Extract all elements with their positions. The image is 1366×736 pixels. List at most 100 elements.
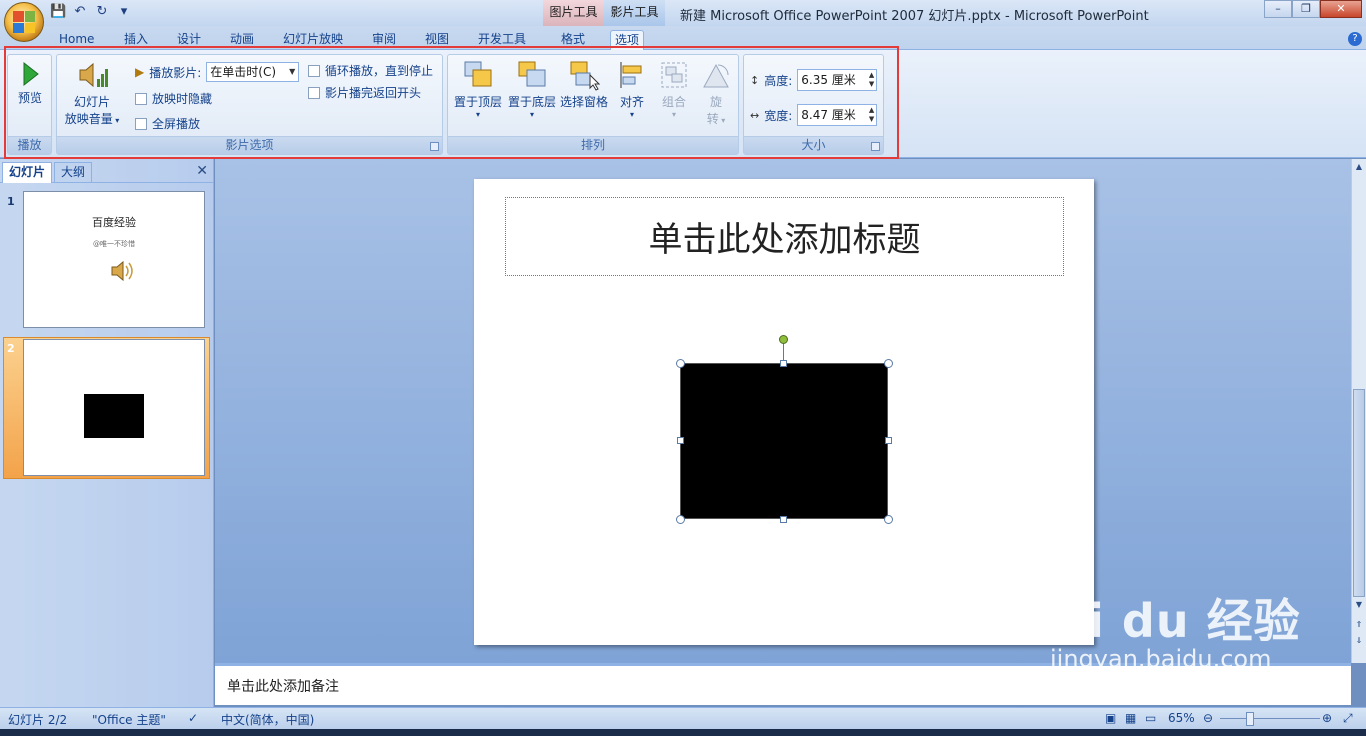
close-button[interactable]: ✕ (1320, 0, 1362, 18)
slide-thumbnail-2[interactable] (23, 339, 205, 476)
scroll-down-icon[interactable]: ▼ (1353, 599, 1365, 611)
dialog-launcher-icon[interactable] (871, 142, 880, 151)
group-objects-label: 组合 (661, 95, 686, 109)
checkbox-box (308, 86, 320, 99)
align-label: 对齐 (619, 95, 644, 109)
height-input[interactable]: 6.35 厘米 ▲ ▼ (797, 69, 878, 91)
title-bar: 💾 ↶ ↻ ▾ 图片工具 影片工具 新建 Microsoft Office Po… (0, 0, 1366, 26)
slideshow-volume-button[interactable]: 幻灯片 放映音量 ▾ (59, 59, 125, 127)
rotation-handle[interactable] (779, 335, 788, 344)
slide-sorter-view-icon[interactable]: ▦ (1125, 711, 1136, 725)
dropdown-arrow-icon: ▾ (718, 116, 726, 125)
send-to-back-label: 置于底层 (507, 95, 556, 109)
resize-handle[interactable] (676, 515, 685, 524)
resize-handle[interactable] (884, 515, 893, 524)
fullscreen-checkbox[interactable]: 全屏播放 (135, 115, 200, 132)
office-button[interactable] (4, 2, 44, 42)
rewind-checkbox[interactable]: 影片播完返回开头 (308, 84, 421, 101)
bring-to-front-button[interactable]: 置于顶层 ▾ (452, 59, 504, 119)
align-button[interactable]: 对齐 ▾ (612, 59, 652, 119)
spell-check-icon[interactable]: ✓ (188, 711, 198, 725)
tab-animations[interactable]: 动画 (226, 30, 258, 50)
zoom-slider-track[interactable] (1220, 718, 1320, 719)
tab-design[interactable]: 设计 (173, 30, 205, 50)
scroll-up-icon[interactable]: ▲ (1353, 161, 1365, 173)
redo-icon[interactable]: ↻ (94, 4, 110, 20)
align-icon (616, 59, 648, 91)
next-slide-icon[interactable]: ⇓ (1353, 635, 1365, 647)
volume-label-line2: 放映音量 (64, 112, 113, 126)
zoom-in-icon[interactable]: ⊕ (1322, 711, 1332, 725)
preview-button[interactable]: 预览 (10, 61, 50, 106)
group-arrange: 置于顶层 ▾ 置于底层 ▾ 选择窗格 对齐 ▾ 组合 ▾ 旋 转 ▾ 排列 (447, 54, 739, 155)
spinner-icon[interactable]: ▲ ▼ (869, 106, 874, 124)
undo-icon[interactable]: ↶ (72, 4, 88, 20)
tab-review[interactable]: 审阅 (368, 30, 400, 50)
title-placeholder[interactable]: 单击此处添加标题 (505, 197, 1064, 276)
tab-view[interactable]: 视图 (421, 30, 453, 50)
tab-outline[interactable]: 大纲 (54, 162, 93, 183)
tab-developer[interactable]: 开发工具 (474, 30, 530, 50)
customize-qat-icon[interactable]: ▾ (116, 4, 132, 20)
resize-handle[interactable] (676, 359, 685, 368)
height-label: 高度: (764, 73, 793, 88)
resize-handle[interactable] (884, 359, 893, 368)
tab-home[interactable]: Home (55, 30, 98, 50)
width-value: 8.47 厘米 (801, 108, 856, 122)
loop-checkbox[interactable]: 循环播放，直到停止 (308, 62, 433, 79)
slide-number: 2 (7, 342, 15, 355)
previous-slide-icon[interactable]: ⇑ (1353, 619, 1365, 631)
resize-handle[interactable] (780, 516, 787, 523)
resize-handle[interactable] (885, 437, 892, 444)
tab-format[interactable]: 格式 (557, 30, 589, 50)
tab-slides[interactable]: 幻灯片 (2, 162, 53, 183)
width-label: 宽度: (764, 108, 793, 123)
zoom-slider-thumb[interactable] (1246, 712, 1254, 726)
theme-name[interactable]: "Office 主题" (92, 711, 166, 728)
spinner-icon[interactable]: ▲ ▼ (869, 71, 874, 89)
width-input[interactable]: 8.47 厘米 ▲ ▼ (797, 104, 878, 126)
rotate-icon (700, 59, 732, 91)
play-movie-icon: ▶ (135, 65, 145, 79)
slide-canvas[interactable]: 单击此处添加标题 (474, 179, 1094, 645)
fullscreen-label: 全屏播放 (152, 117, 201, 131)
vertical-scrollbar[interactable]: ▲ ▼ ⇑ ⇓ (1351, 159, 1366, 663)
group-size-label: 大小 (744, 136, 883, 154)
dialog-launcher-icon[interactable] (430, 142, 439, 151)
loop-label: 循环播放，直到停止 (325, 64, 434, 78)
tab-insert[interactable]: 插入 (120, 30, 152, 50)
slideshow-view-icon[interactable]: ▭ (1145, 711, 1156, 725)
taskbar (0, 729, 1366, 736)
speaker-volume-icon (76, 59, 108, 91)
minimize-button[interactable]: – (1264, 0, 1292, 18)
status-bar: 幻灯片 2/2 "Office 主题" ✓ 中文(简体，中国) ▣ ▦ ▭ 65… (0, 707, 1366, 729)
slide-thumbnail-1[interactable]: 百度经验 @唯一不珍惜 (23, 191, 205, 328)
close-icon[interactable]: ✕ (196, 163, 208, 179)
hide-while-not-playing-checkbox[interactable]: 放映时隐藏 (135, 90, 212, 107)
restore-button[interactable]: ❐ (1292, 0, 1320, 18)
window-title: 新建 Microsoft Office PowerPoint 2007 幻灯片.… (680, 9, 1149, 24)
dropdown-arrow-icon: ▾ (671, 110, 676, 119)
help-icon[interactable]: ? (1348, 32, 1362, 46)
tab-slideshow[interactable]: 幻灯片放映 (279, 30, 347, 50)
normal-view-icon[interactable]: ▣ (1105, 711, 1116, 725)
fit-to-window-icon[interactable]: ⤢ (1343, 711, 1353, 726)
selection-pane-icon (568, 59, 601, 91)
watermark-url: jingyan.baidu.com (1050, 645, 1272, 673)
zoom-out-icon[interactable]: ⊖ (1203, 711, 1213, 725)
save-icon[interactable]: 💾 (50, 4, 66, 20)
selection-pane-button[interactable]: 选择窗格 (558, 59, 610, 110)
scrollbar-thumb[interactable] (1353, 389, 1365, 597)
language-indicator[interactable]: 中文(简体，中国) (221, 711, 314, 728)
rotate-button[interactable]: 旋 转 ▾ (696, 59, 736, 127)
movie-object[interactable] (680, 363, 888, 519)
slides-pane: 幻灯片 大纲 ✕ 1 百度经验 @唯一不珍惜 2 (0, 159, 214, 707)
play-movie-dropdown[interactable]: 在单击时(C) ▼ (206, 62, 300, 82)
group-objects-button[interactable]: 组合 ▾ (654, 59, 694, 119)
zoom-level[interactable]: 65% (1168, 711, 1195, 725)
resize-handle[interactable] (780, 360, 787, 367)
send-to-back-button[interactable]: 置于底层 ▾ (506, 59, 558, 119)
resize-handle[interactable] (677, 437, 684, 444)
tab-options[interactable]: 选项 (610, 30, 645, 51)
rotate-label-line2: 转 (706, 112, 719, 126)
